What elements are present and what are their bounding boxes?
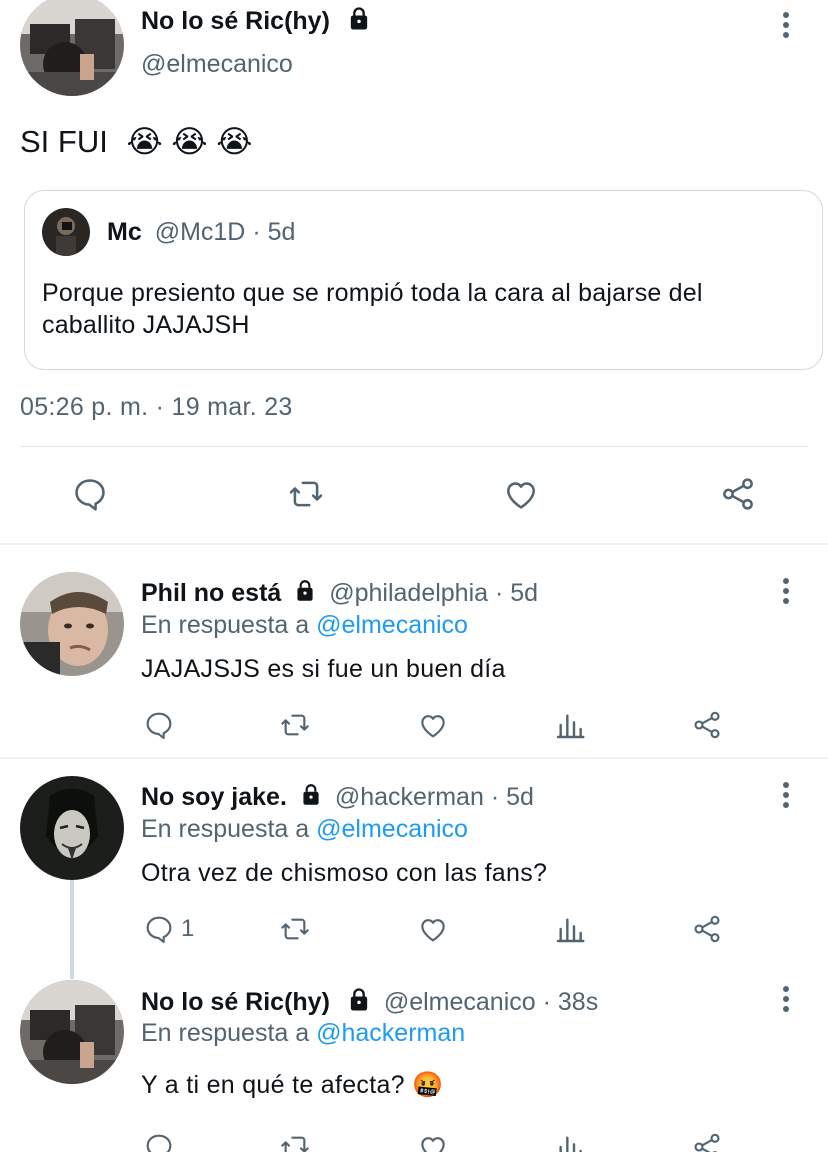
author-name-label: No lo sé Ric(hy) [141,7,330,36]
tweet-text-label: SI FUI [20,124,108,159]
lock-icon [345,5,373,40]
quoted-handle: @Mc1D [154,218,246,246]
in-reply-prefix: En respuesta a [141,611,310,639]
reply-count: 1 [181,915,195,942]
retweet-icon[interactable] [274,911,316,947]
author-name[interactable]: No lo sé Ric(hy) [141,5,373,40]
crying-emoji: 😭 [216,124,253,159]
tweet-text: SI FUI 😭 😭 😭 [20,124,252,160]
lock-icon [298,782,324,815]
main-tweet: No lo sé Ric(hy) @elmecanico SI FUI 😭 😭 … [0,0,828,545]
tweet-timestamp[interactable]: 05:26 p. m. · 19 mar. 23 [20,393,293,422]
quoted-header: Mc @Mc1D · 5d [107,218,295,247]
share-icon[interactable] [716,474,760,514]
like-icon[interactable] [498,474,544,514]
in-reply-to: En respuesta a @elmecanico [141,815,468,844]
avatar[interactable] [20,980,124,1084]
avatar[interactable] [20,0,124,96]
angry-emoji: 🤬 [412,1071,444,1099]
reply-icon[interactable] [139,1129,179,1152]
retweet-icon[interactable] [274,707,316,743]
author-name[interactable]: No lo sé Ric(hy) [141,988,330,1016]
more-icon[interactable] [781,578,791,608]
reply-icon[interactable] [139,707,179,743]
more-icon[interactable] [781,986,791,1016]
author-handle[interactable]: @philadelphia [329,579,488,607]
more-icon[interactable] [781,782,791,812]
share-icon[interactable] [688,1129,726,1152]
quoted-avatar [42,208,90,256]
more-icon[interactable] [781,12,791,42]
reply-text-label: Y a ti en qué te afecta? [141,1071,405,1099]
share-icon[interactable] [688,911,726,947]
avatar[interactable] [20,572,124,676]
in-reply-link[interactable]: @elmecanico [316,815,468,843]
analytics-icon[interactable] [552,1129,588,1152]
quoted-text-line: Porque presiento que se rompió toda la c… [42,279,703,307]
crying-emoji: 😭 [171,124,208,159]
divider [20,446,808,447]
in-reply-prefix: En respuesta a [141,1019,310,1047]
in-reply-prefix: En respuesta a [141,815,310,843]
reply-header: No lo sé Ric(hy) @elmecanico · 38s [141,986,598,1021]
in-reply-to: En respuesta a @elmecanico [141,611,468,640]
reply-text: Otra vez de chismoso con las fans? [141,859,548,887]
reply-text: JAJAJSJS es si fue un buen día [141,655,506,683]
in-reply-to: En respuesta a @hackerman [141,1019,465,1048]
like-icon[interactable] [413,1129,453,1152]
like-icon[interactable] [413,707,453,743]
author-name[interactable]: No soy jake. [141,783,287,811]
retweet-icon[interactable] [274,1129,316,1152]
in-reply-link[interactable]: @hackerman [316,1019,465,1047]
retweet-icon[interactable] [282,474,330,514]
quoted-time: · 5d [252,218,296,246]
quoted-tweet[interactable]: Mc @Mc1D · 5d Porque presiento que se ro… [24,190,823,370]
reply-text: Y a ti en qué te afecta? 🤬 [141,1071,444,1100]
quoted-text: Porque presiento que se rompió toda la c… [42,277,703,341]
reply-time: · 5d [495,579,539,608]
in-reply-link[interactable]: @elmecanico [316,611,468,639]
reply-icon[interactable] [68,474,112,514]
reply-header: No soy jake. @hackerman · 5d [141,782,534,815]
quoted-author-name: Mc [107,218,142,246]
reply-time: · 5d [490,783,534,812]
crying-emoji: 😭 [126,124,163,159]
analytics-icon[interactable] [552,707,588,743]
lock-icon [345,986,373,1021]
analytics-icon[interactable] [552,911,588,947]
reply-time: · 38s [542,988,599,1017]
reply-tweet[interactable]: Phil no está @philadelphia · 5d En respu… [0,545,828,759]
reply-tweet[interactable]: No soy jake. @hackerman · 5d En respuest… [0,759,828,979]
reply-icon[interactable] [139,911,179,947]
reply-header: Phil no está @philadelphia · 5d [141,578,538,611]
share-icon[interactable] [688,707,726,743]
lock-icon [292,578,318,611]
author-handle[interactable]: @elmecanico [141,50,293,79]
author-handle[interactable]: @hackerman [335,783,484,811]
author-handle[interactable]: @elmecanico [384,988,536,1016]
author-name[interactable]: Phil no está [141,579,281,607]
avatar[interactable] [20,776,124,880]
quoted-text-line: caballito JAJAJSH [42,311,250,339]
like-icon[interactable] [413,911,453,947]
reply-tweet[interactable]: No lo sé Ric(hy) @elmecanico · 38s En re… [0,963,828,1152]
